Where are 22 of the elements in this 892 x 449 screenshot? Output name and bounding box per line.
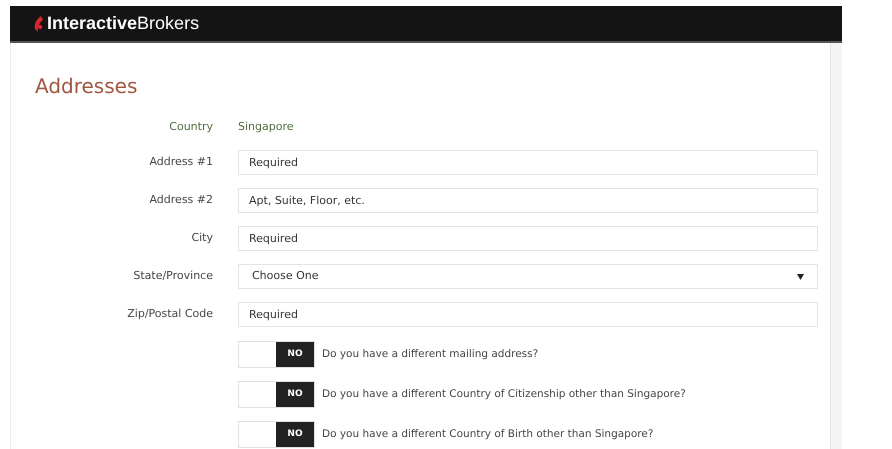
text-input-field[interactable]: Required: [238, 302, 818, 327]
text-input-field[interactable]: Required: [238, 226, 818, 251]
section-title: Addresses: [35, 73, 138, 100]
flame-logo-icon: [34, 16, 44, 32]
toggle-switch[interactable]: NO: [238, 341, 315, 368]
brand-logo-text: InteractiveBrokers: [47, 12, 200, 35]
field-label: Address #1: [148, 154, 213, 170]
field-label: Zip/Postal Code: [126, 306, 213, 322]
question-text: Do you have a different mailing address?: [322, 346, 538, 362]
field-label: City: [190, 230, 213, 246]
state-dropdown[interactable]: Choose One: [238, 264, 818, 289]
question-text: Do you have a different Country of Citizenship other than Singapore?: [322, 386, 686, 402]
caret-icon: [797, 274, 804, 280]
field-label: Address #2: [148, 192, 213, 208]
text-input-field[interactable]: Required: [238, 150, 818, 175]
country-value: Singapore: [238, 118, 294, 135]
field-label: State/Province: [132, 268, 213, 284]
text-input-field[interactable]: Apt, Suite, Floor, etc.: [238, 188, 818, 213]
toggle-switch[interactable]: NO: [238, 381, 315, 408]
question-text: Do you have a different Country of Birth other than Singapore?: [322, 426, 654, 442]
toggle-switch[interactable]: NO: [238, 421, 315, 448]
country-label: Country: [168, 118, 213, 135]
